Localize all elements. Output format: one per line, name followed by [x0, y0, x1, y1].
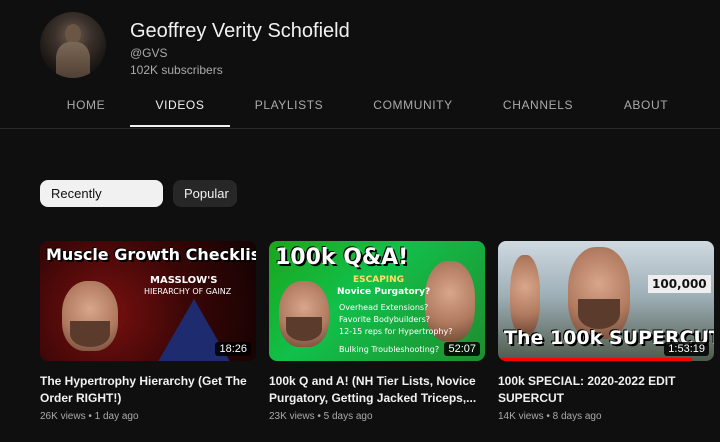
tab-playlists[interactable]: PLAYLISTS — [252, 90, 326, 127]
thumbnail-text: Bulking Troubleshooting? — [339, 345, 440, 354]
thumbnail-text: 100,000 — [648, 275, 711, 293]
tab-channels[interactable]: CHANNELS — [502, 90, 574, 127]
video-duration: 18:26 — [215, 342, 251, 356]
video-card[interactable]: 100k Q&A! ESCAPING Novice Purgatory? Ove… — [269, 241, 485, 422]
video-thumbnail[interactable]: Muscle Growth Checklist MASSLOW'S HIERAR… — [40, 241, 256, 361]
thumbnail-beard — [70, 321, 110, 347]
thumbnail-text: Novice Purgatory? — [337, 287, 431, 297]
channel-tabs: HOME VIDEOS PLAYLISTS COMMUNITY CHANNELS… — [0, 90, 720, 129]
video-thumbnail[interactable]: 100k Q&A! ESCAPING Novice Purgatory? Ove… — [269, 241, 485, 361]
video-duration: 1:53:19 — [664, 342, 709, 356]
chip-recently-uploaded[interactable]: Recently uploaded — [40, 180, 163, 228]
thumbnail-beard — [286, 317, 322, 341]
channel-name: Geoffrey Verity Schofield — [130, 20, 350, 42]
avatar-head — [65, 24, 81, 44]
video-title[interactable]: 100k SPECIAL: 2020-2022 EDIT SUPERCUT — [498, 373, 708, 407]
video-meta: 23K views • 5 days ago — [269, 411, 373, 422]
video-meta: 14K views • 8 days ago — [498, 411, 602, 422]
thumbnail-title: Muscle Growth Checklist — [46, 245, 256, 264]
avatar-torso — [56, 42, 90, 78]
thumbnail-text: ESCAPING — [353, 275, 405, 285]
thumbnail-person-flexing — [510, 255, 540, 335]
tab-videos[interactable]: VIDEOS — [130, 90, 230, 127]
video-title[interactable]: The Hypertrophy Hierarchy (Get The Order… — [40, 373, 250, 407]
chip-popular[interactable]: Popular — [173, 180, 237, 207]
channel-header: Geoffrey Verity Schofield @GVS 102K subs… — [0, 0, 720, 90]
video-title[interactable]: 100k Q and A! (NH Tier Lists, Novice Pur… — [269, 373, 479, 407]
channel-avatar[interactable] — [40, 12, 106, 78]
video-card[interactable]: Muscle Growth Checklist MASSLOW'S HIERAR… — [40, 241, 256, 422]
thumbnail-text: HIERARCHY OF GAINZ — [144, 287, 232, 296]
thumbnail-text: MASSLOW'S — [150, 275, 218, 286]
video-card[interactable]: 100,000 The 100k SUPERCUT 1:53:19 100k S… — [498, 241, 714, 422]
thumbnail-beard — [578, 299, 620, 329]
thumbnail-text: 12-15 reps for Hypertrophy? — [339, 327, 453, 336]
thumbnail-title: 100k Q&A! — [275, 245, 409, 270]
subscriber-count: 102K subscribers — [130, 63, 223, 77]
thumbnail-text: Overhead Extensions? — [339, 303, 429, 312]
tab-home[interactable]: HOME — [60, 90, 112, 127]
channel-handle: @GVS — [130, 46, 168, 60]
thumbnail-text: Favorite Bodybuilders? — [339, 315, 431, 324]
video-meta: 26K views • 1 day ago — [40, 411, 139, 422]
tab-about[interactable]: ABOUT — [620, 90, 672, 127]
watch-progress-bar — [498, 358, 693, 361]
video-duration: 52:07 — [444, 342, 480, 356]
tab-community[interactable]: COMMUNITY — [370, 90, 456, 127]
video-thumbnail[interactable]: 100,000 The 100k SUPERCUT 1:53:19 — [498, 241, 714, 361]
